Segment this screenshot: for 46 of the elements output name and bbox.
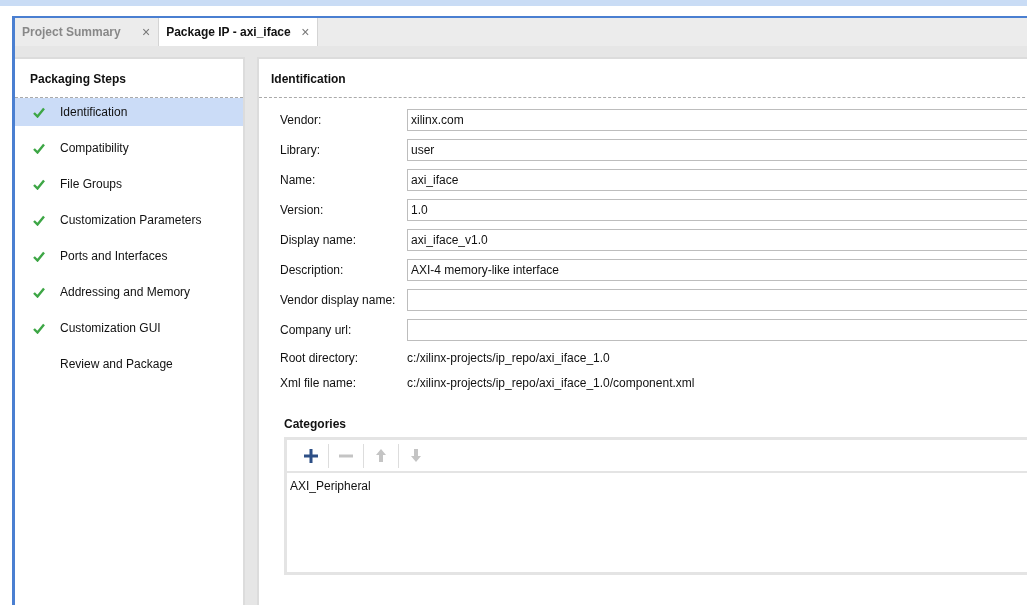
arrow-down-icon [411, 449, 421, 462]
step-item[interactable]: Review and Package [15, 350, 243, 378]
field-label: Library: [280, 143, 321, 157]
step-item[interactable]: File Groups [15, 170, 243, 198]
section-title: Categories [284, 417, 348, 431]
step-item[interactable]: Customization GUI [15, 314, 243, 342]
arrow-up-icon [376, 449, 386, 462]
input-field[interactable]: 1.0 [407, 199, 1027, 221]
step-label: Ports and Interfaces [60, 249, 168, 263]
step-label: Customization GUI [60, 321, 161, 335]
step-label: Compatibility [60, 141, 129, 155]
panel-title: Identification [259, 59, 1027, 98]
input-field[interactable]: xilinx.com [407, 109, 1027, 131]
category-item[interactable]: AXI_Peripheral [287, 473, 1027, 499]
input-field[interactable] [407, 289, 1027, 311]
field-label: Name: [280, 173, 317, 187]
tab[interactable]: Package IP - axi_iface × [159, 18, 319, 46]
field-label: Root directory: [280, 350, 360, 365]
field-label: Vendor: [280, 113, 323, 127]
field-label: Company url: [280, 323, 353, 337]
input-field[interactable]: axi_iface [407, 169, 1027, 191]
field-label: Description: [280, 263, 345, 277]
field-label: Version: [280, 203, 325, 217]
plus-icon [303, 448, 318, 463]
input-field[interactable]: AXI-4 memory-like interface [407, 259, 1027, 281]
input-field[interactable] [407, 319, 1027, 341]
step-label: Addressing and Memory [60, 285, 191, 299]
field-value: c:/xilinx-projects/ip_repo/axi_iface_1.0 [407, 350, 610, 365]
close-icon[interactable]: × [301, 24, 310, 40]
input-field[interactable]: user [407, 139, 1027, 161]
close-icon[interactable]: × [142, 24, 151, 40]
minus-icon [339, 453, 353, 458]
step-item[interactable]: Ports and Interfaces [15, 242, 243, 270]
step-item[interactable]: Compatibility [15, 134, 243, 162]
step-label: Identification [60, 105, 128, 119]
step-item[interactable]: Customization Parameters [15, 206, 243, 234]
field-label: Vendor display name: [280, 293, 397, 307]
step-label: File Groups [60, 177, 123, 191]
field-label: Display name: [280, 233, 358, 247]
step-item[interactable]: Identification [15, 98, 243, 126]
step-item[interactable]: Addressing and Memory [15, 278, 243, 306]
input-field[interactable]: axi_iface_v1.0 [407, 229, 1027, 251]
step-label: Review and Package [60, 357, 173, 371]
field-value: c:/xilinx-projects/ip_repo/axi_iface_1.0/component.xml [407, 375, 695, 390]
field-label: Xml file name: [280, 375, 358, 390]
step-label: Customization Parameters [60, 213, 202, 227]
